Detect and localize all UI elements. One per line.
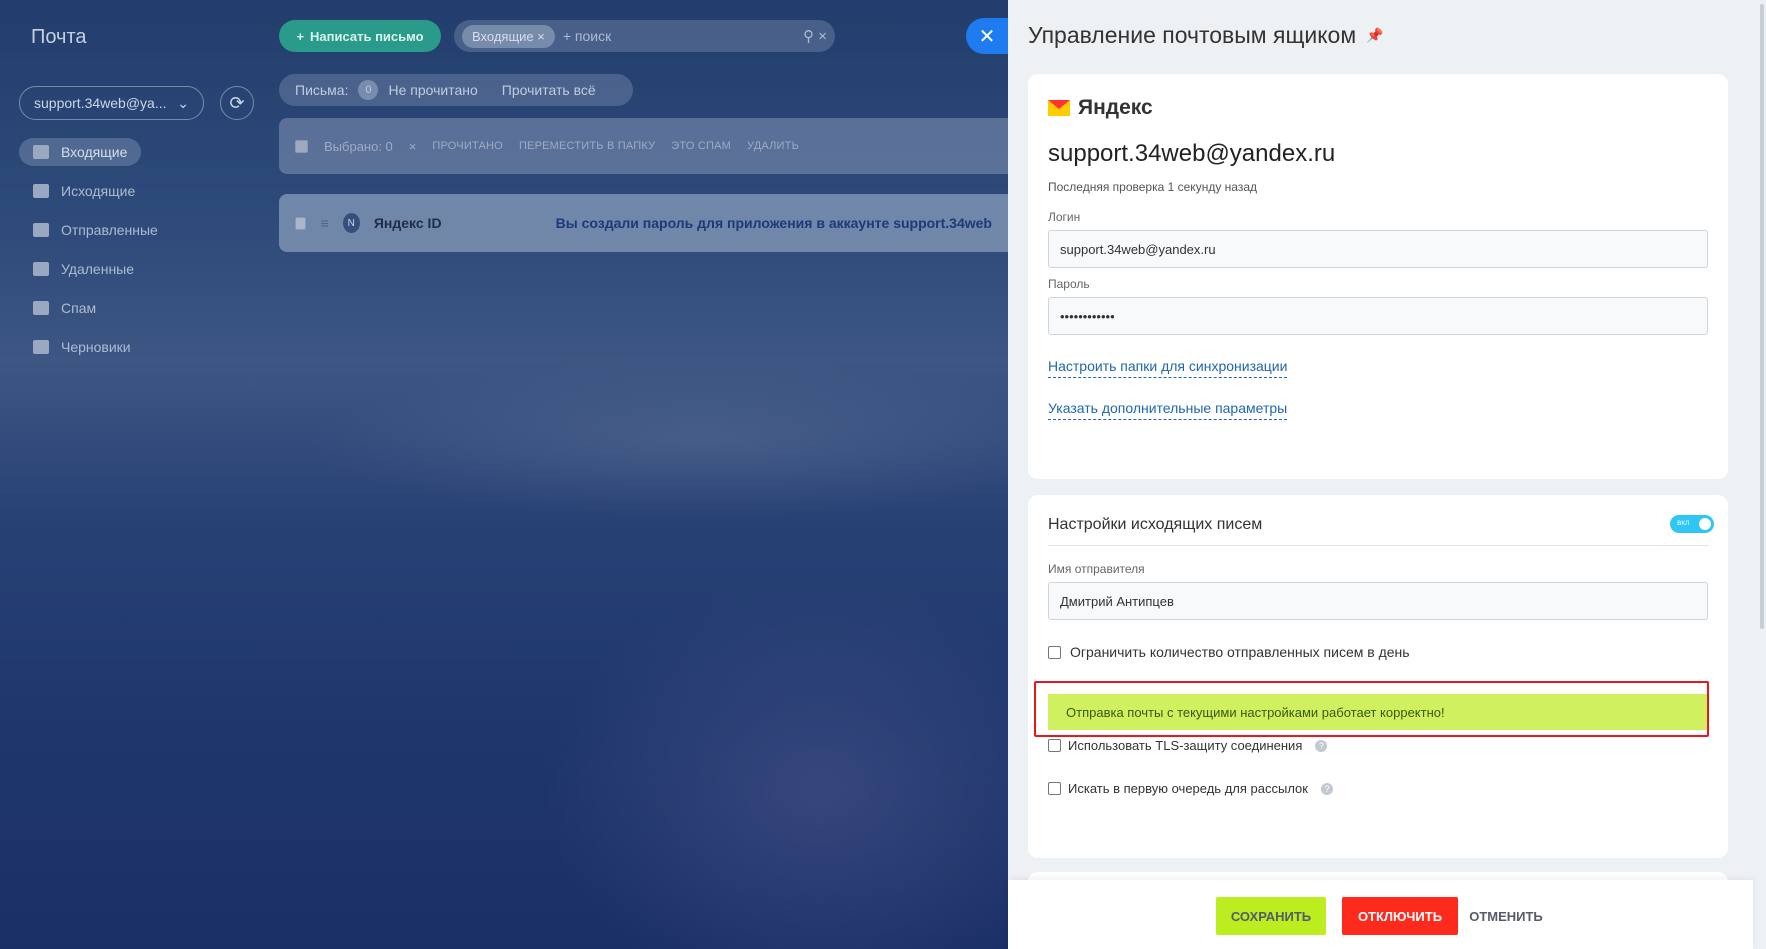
filter-unread[interactable]: Не прочитано [388, 82, 477, 98]
nav-item-label: Входящие [61, 144, 128, 160]
nav-item-trash[interactable]: Удаленные [19, 255, 148, 283]
nav-item-spam[interactable]: Спам [19, 294, 110, 322]
sender-name-field[interactable]: Дмитрий Антипцев [1048, 582, 1708, 620]
login-label: Логин [1048, 210, 1081, 224]
filter-bar: Письма: 0 Не прочитано Прочитать всё [279, 74, 633, 106]
close-icon[interactable]: × [537, 29, 545, 44]
unread-count-badge: 0 [358, 80, 379, 100]
compose-button[interactable]: + Написать письмо [279, 20, 441, 52]
chevron-down-icon: ⌄ [177, 94, 189, 111]
provider-name: Яндекс [1078, 96, 1153, 119]
pin-icon[interactable]: 📌 [1366, 27, 1383, 44]
sent-icon [33, 223, 49, 237]
divider [1048, 545, 1708, 546]
outgoing-toggle[interactable]: вкл [1670, 515, 1714, 533]
limit-daily-label: Ограничить количество отправленных писем… [1070, 644, 1410, 660]
folder-icon [33, 184, 49, 198]
mail-sender: Яндекс ID [373, 215, 442, 231]
outgoing-settings-card: Настройки исходящих писем вкл Имя отправ… [1028, 495, 1728, 858]
mail-subject[interactable]: Вы создали пароль для приложения в аккау… [556, 215, 992, 231]
nav-item-sent[interactable]: Отправленные [19, 216, 172, 244]
nav-item-drafts[interactable]: Черновики [19, 333, 145, 361]
cancel-button[interactable]: ОТМЕНИТЬ [1466, 897, 1546, 935]
filter-label: Письма: [295, 82, 349, 98]
panel-footer: СОХРАНИТЬ ОТКЛЮЧИТЬ ОТМЕНИТЬ [1008, 880, 1753, 949]
compose-label: Написать письмо [310, 28, 424, 44]
scrollbar[interactable] [1758, 0, 1766, 949]
delete-button[interactable]: УДАЛИТЬ [747, 140, 799, 152]
nav-item-outbox[interactable]: Исходящие [19, 177, 149, 205]
menu-icon[interactable]: ≡ [320, 215, 328, 231]
provider-logo: Яндекс [1048, 96, 1153, 120]
limit-daily-checkbox-row[interactable]: Ограничить количество отправленных писем… [1048, 644, 1410, 660]
mailbox-email: support.34web@yandex.ru [1048, 140, 1336, 167]
nav-item-label: Черновики [61, 339, 131, 355]
tls-checkbox-row[interactable]: Использовать TLS-защиту соединения ? [1048, 738, 1328, 753]
page-title-text: Управление почтовым ящиком [1028, 22, 1357, 48]
account-select-label: support.34web@ya... [34, 95, 167, 111]
plus-icon: + [296, 28, 305, 44]
scrollbar-thumb[interactable] [1760, 4, 1764, 629]
spam-icon [33, 301, 49, 315]
read-all-button[interactable]: Прочитать всё [502, 82, 596, 98]
highlight-frame [1034, 681, 1709, 737]
account-select[interactable]: support.34web@ya... ⌄ [19, 86, 204, 120]
move-folder-button[interactable]: ПЕРЕМЕСТИТЬ В ПАПКУ [519, 140, 655, 152]
nav-item-label: Исходящие [61, 183, 136, 199]
app-title: Почта [31, 26, 87, 48]
close-icon: ✕ [978, 25, 996, 48]
mail-toolbar: Выбрано: 0 × ПРОЧИТАНО ПЕРЕМЕСТИТЬ В ПАП… [279, 118, 1008, 174]
tls-checkbox[interactable] [1048, 739, 1061, 752]
outgoing-section-title: Настройки исходящих писем [1048, 516, 1263, 533]
sync-folders-link[interactable]: Настроить папки для синхронизации [1048, 358, 1288, 378]
nav-item-label: Спам [61, 300, 97, 316]
select-all-checkbox[interactable] [295, 139, 308, 153]
save-button[interactable]: СОХРАНИТЬ [1216, 897, 1326, 935]
folder-nav: Входящие Исходящие Отправленные Удаленны… [19, 138, 172, 372]
mark-read-button[interactable]: ПРОЧИТАНО [432, 140, 503, 152]
refresh-button[interactable]: ⟳ [220, 86, 254, 120]
table-row[interactable]: ≡ N Яндекс ID Вы создали пароль для прил… [279, 194, 1008, 252]
search-filter-chip[interactable]: Входящие × [462, 24, 555, 48]
avatar: N [342, 213, 360, 233]
search-placeholder: + поиск [562, 28, 612, 44]
mailbox-settings-panel: Управление почтовым ящиком 📌 Яндекс supp… [1008, 0, 1758, 949]
search-icon[interactable]: ⚲ × [803, 27, 827, 45]
nav-item-label: Удаленные [61, 261, 135, 277]
disable-button[interactable]: ОТКЛЮЧИТЬ [1342, 897, 1458, 935]
nav-item-inbox[interactable]: Входящие [19, 138, 142, 166]
draft-icon [33, 340, 49, 354]
priority-checkbox-row[interactable]: Искать в первую очередь для рассылок ? [1048, 781, 1333, 796]
chip-label: Входящие [472, 28, 534, 44]
trash-icon [33, 262, 49, 276]
selected-count: Выбрано: 0 [324, 138, 393, 154]
toggle-knob [1699, 518, 1711, 530]
spam-button[interactable]: ЭТО СПАМ [671, 140, 731, 152]
password-label: Пароль [1048, 277, 1090, 291]
row-checkbox[interactable] [295, 216, 307, 230]
help-icon[interactable]: ? [1320, 782, 1333, 795]
page-title: Управление почтовым ящиком 📌 [1028, 22, 1384, 49]
sender-name-label: Имя отправителя [1048, 562, 1145, 576]
close-icon[interactable]: × [409, 139, 417, 154]
close-panel-button[interactable]: ✕ [966, 18, 1008, 54]
priority-label: Искать в первую очередь для рассылок [1068, 781, 1308, 796]
toggle-label: вкл [1677, 518, 1690, 527]
extra-params-link[interactable]: Указать дополнительные параметры [1048, 400, 1288, 420]
login-field[interactable]: support.34web@yandex.ru [1048, 230, 1708, 268]
search-input[interactable]: Входящие × + поиск ⚲ × [454, 20, 835, 52]
password-field[interactable]: •••••••••••• [1048, 297, 1708, 335]
inbox-icon [33, 145, 49, 159]
priority-checkbox[interactable] [1048, 782, 1061, 795]
nav-item-label: Отправленные [61, 222, 158, 238]
help-icon[interactable]: ? [1315, 739, 1328, 752]
mailbox-card: Яндекс support.34web@yandex.ru Последняя… [1028, 74, 1728, 479]
tls-label: Использовать TLS-защиту соединения [1068, 738, 1303, 753]
limit-daily-checkbox[interactable] [1048, 645, 1061, 659]
refresh-icon: ⟳ [229, 92, 245, 113]
last-check-status: Последняя проверка 1 секунду назад [1048, 180, 1257, 194]
mail-envelope-icon [1048, 100, 1070, 116]
